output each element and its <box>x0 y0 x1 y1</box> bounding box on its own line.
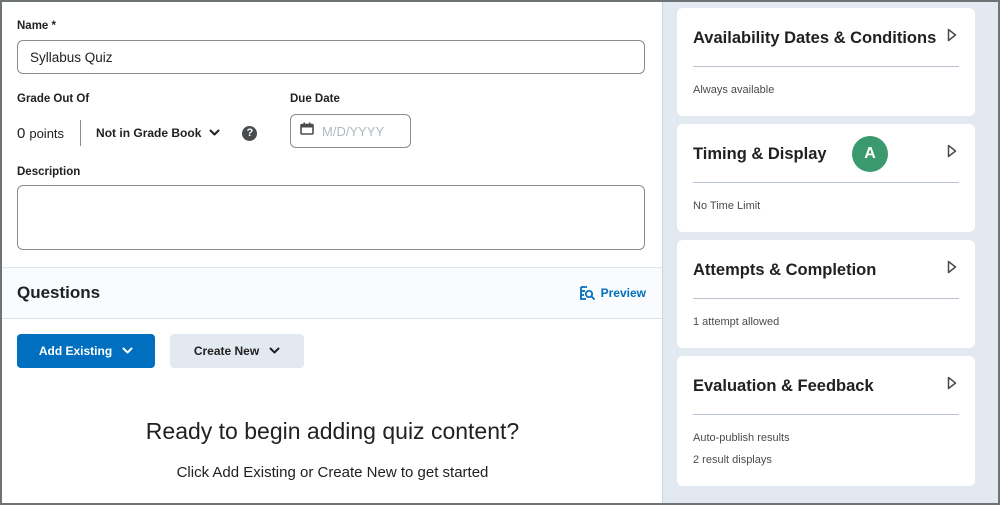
preview-button[interactable]: Preview <box>579 286 646 300</box>
avatar: A <box>852 136 888 172</box>
expand-arrow-icon[interactable] <box>947 376 957 395</box>
add-existing-label: Add Existing <box>38 344 113 358</box>
evaluation-feedback-card[interactable]: Evaluation & Feedback Auto-publish resul… <box>677 356 975 486</box>
help-icon[interactable]: ? <box>242 125 258 141</box>
quiz-form-panel: Name * Syllabus Quiz Grade Out Of 0 poin… <box>2 2 663 503</box>
preview-icon <box>579 286 595 300</box>
chevron-down-icon <box>269 344 280 358</box>
expand-arrow-icon[interactable] <box>947 260 957 279</box>
create-new-label: Create New <box>193 344 260 358</box>
name-input-value: Syllabus Quiz <box>30 49 113 65</box>
chevron-down-icon <box>122 344 133 358</box>
due-date-placeholder: M/D/YYYY <box>322 123 385 139</box>
calendar-icon <box>300 122 314 140</box>
expand-arrow-icon[interactable] <box>947 28 957 47</box>
description-label: Description <box>17 166 81 178</box>
card-summary: Always available <box>693 84 775 96</box>
chevron-down-icon <box>209 126 220 140</box>
gradebook-dropdown-label: Not in Grade Book <box>96 126 202 140</box>
description-input[interactable] <box>17 185 645 250</box>
questions-header: Questions Preview <box>2 267 662 319</box>
gradebook-dropdown[interactable]: Not in Grade Book <box>96 126 220 140</box>
due-date-input[interactable]: M/D/YYYY <box>290 114 411 148</box>
grade-row: 0 points Not in Grade Book ? <box>17 119 258 147</box>
divider <box>80 120 82 146</box>
timing-display-card[interactable]: Timing & Display A No Time Limit <box>677 124 975 232</box>
card-title: Attempts & Completion <box>693 260 877 279</box>
points-unit: points <box>29 125 65 141</box>
empty-state-title: Ready to begin adding quiz content? <box>145 418 520 444</box>
settings-sidebar: Availability Dates & Conditions Always a… <box>663 2 998 503</box>
points-value[interactable]: 0 <box>17 125 25 142</box>
attempts-completion-card[interactable]: Attempts & Completion 1 attempt allowed <box>677 240 975 348</box>
card-summary: Auto-publish results <box>693 432 790 444</box>
card-title: Timing & Display <box>693 144 827 163</box>
create-new-button[interactable]: Create New <box>170 334 304 368</box>
due-date-label: Due Date <box>290 93 340 105</box>
card-title: Availability Dates & Conditions <box>693 28 937 47</box>
quiz-editor-window: Name * Syllabus Quiz Grade Out Of 0 poin… <box>0 0 1000 505</box>
preview-label: Preview <box>600 286 646 300</box>
availability-card[interactable]: Availability Dates & Conditions Always a… <box>677 8 975 116</box>
add-existing-button[interactable]: Add Existing <box>17 334 155 368</box>
expand-arrow-icon[interactable] <box>947 144 957 163</box>
card-summary: 2 result displays <box>693 454 772 466</box>
card-title: Evaluation & Feedback <box>693 376 874 395</box>
card-summary: No Time Limit <box>693 200 761 212</box>
empty-state-subtitle: Click Add Existing or Create New to get … <box>176 464 489 481</box>
name-input[interactable]: Syllabus Quiz <box>17 40 645 74</box>
questions-title: Questions <box>17 283 101 302</box>
card-summary: 1 attempt allowed <box>693 316 780 328</box>
name-label: Name * <box>17 20 56 32</box>
grade-out-of-label: Grade Out Of <box>17 93 90 105</box>
